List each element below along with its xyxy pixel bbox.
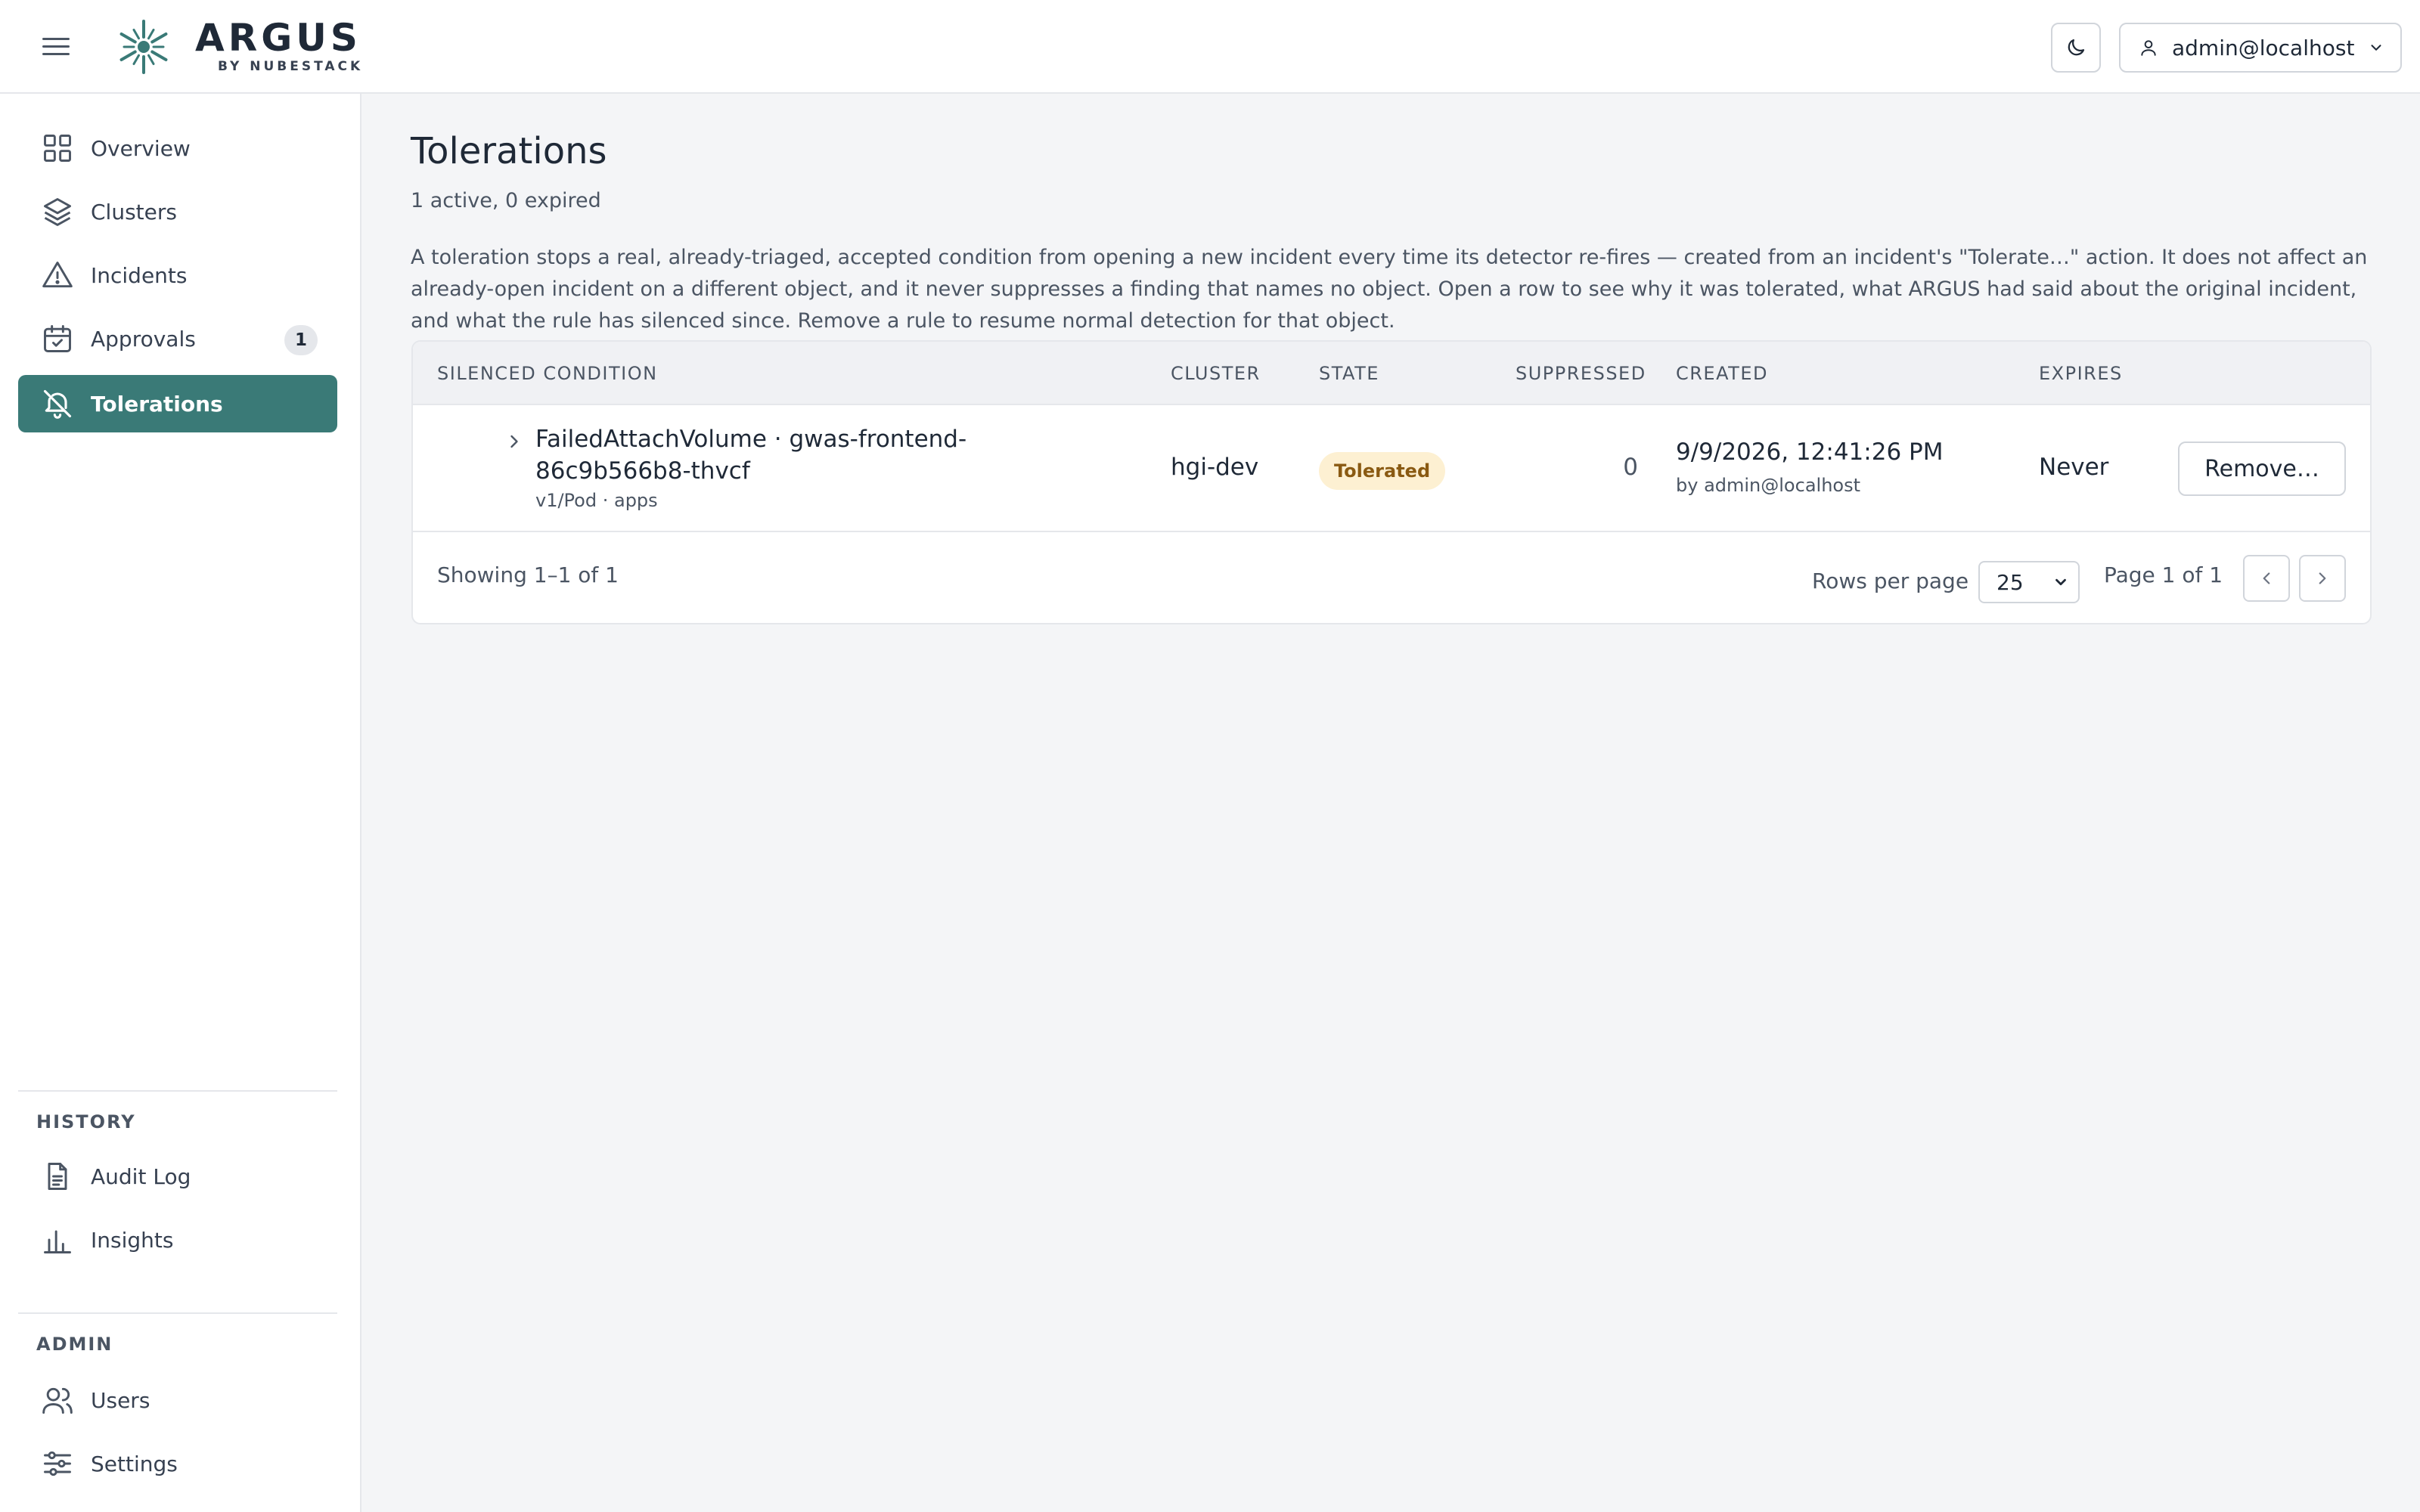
rows-per-page-select[interactable]: 25	[1978, 561, 2080, 603]
chevron-down-icon	[2052, 574, 2069, 590]
cluster-cell: hgi-dev	[1171, 454, 1259, 481]
sidebar-section-admin: ADMIN	[36, 1334, 113, 1355]
sidebar-item-label: Tolerations	[91, 391, 223, 417]
sidebar-item-settings[interactable]: Settings	[18, 1435, 337, 1492]
warning-triangle-icon	[41, 259, 74, 292]
sidebar-item-label: Settings	[91, 1451, 178, 1476]
created-by: by admin@localhost	[1676, 475, 1860, 496]
previous-page-button[interactable]	[2243, 555, 2290, 602]
sidebar-item-label: Approvals	[91, 326, 196, 352]
sidebar-item-clusters[interactable]: Clusters	[18, 183, 337, 240]
users-icon	[41, 1383, 74, 1417]
bell-off-icon	[41, 387, 74, 420]
sidebar-item-label: Insights	[91, 1227, 174, 1253]
tolerations-table: SILENCED CONDITION CLUSTER STATE SUPPRES…	[411, 340, 2372, 624]
bar-chart-icon	[41, 1223, 74, 1256]
column-header-cluster[interactable]: CLUSTER	[1171, 363, 1261, 384]
page-info: Page 1 of 1	[2104, 562, 2223, 587]
silenced-condition-title[interactable]: FailedAttachVolume · gwas-frontend-86c9b…	[535, 423, 1004, 487]
user-menu-button[interactable]: admin@localhost	[2119, 23, 2402, 73]
user-icon	[2139, 38, 2158, 57]
sidebar-item-insights[interactable]: Insights	[18, 1211, 337, 1269]
sidebar-divider	[18, 1312, 337, 1314]
sidebar: Overview Clusters Incidents Approvals 1	[0, 94, 361, 1512]
sidebar-item-audit-log[interactable]: Audit Log	[18, 1148, 337, 1205]
calendar-check-icon	[41, 322, 74, 355]
state-badge: Tolerated	[1319, 452, 1446, 490]
user-menu-label: admin@localhost	[2172, 35, 2355, 60]
created-timestamp: 9/9/2026, 12:41:26 PM	[1676, 438, 1944, 466]
table-row[interactable]: FailedAttachVolume · gwas-frontend-86c9b…	[413, 405, 2370, 532]
chevron-right-icon	[2313, 569, 2332, 588]
page-title: Tolerations	[411, 130, 607, 172]
theme-toggle-button[interactable]	[2051, 23, 2101, 73]
page-description: A toleration stops a real, already-triag…	[411, 246, 2368, 333]
sidebar-item-label: Users	[91, 1387, 150, 1413]
next-page-button[interactable]	[2299, 555, 2346, 602]
sidebar-item-incidents[interactable]: Incidents	[18, 246, 337, 304]
column-header-created[interactable]: CREATED	[1676, 363, 1768, 384]
page-subtitle: 1 active, 0 expired	[411, 189, 601, 212]
column-header-state[interactable]: STATE	[1319, 363, 1379, 384]
sidebar-item-label: Clusters	[91, 199, 177, 225]
grid-icon	[41, 132, 74, 165]
logo-text: ARGUS	[195, 16, 361, 60]
sidebar-item-tolerations[interactable]: Tolerations	[18, 375, 337, 432]
top-bar: ARGUS BY NUBESTACK admin@localhost	[0, 0, 2420, 94]
sidebar-item-approvals[interactable]: Approvals 1	[18, 310, 337, 367]
sidebar-item-label: Audit Log	[91, 1163, 191, 1189]
chevron-left-icon	[2257, 569, 2276, 588]
argus-logo-icon	[113, 20, 174, 74]
logo-subtitle: BY NUBESTACK	[218, 59, 364, 74]
sidebar-item-overview[interactable]: Overview	[18, 119, 337, 177]
table-header: SILENCED CONDITION CLUSTER STATE SUPPRES…	[413, 342, 2370, 405]
moon-icon	[2065, 36, 2087, 59]
hamburger-icon[interactable]	[38, 30, 77, 64]
remove-button[interactable]: Remove…	[2178, 442, 2346, 496]
sidebar-item-users[interactable]: Users	[18, 1371, 337, 1429]
sliders-icon	[41, 1447, 74, 1480]
suppressed-count: 0	[1623, 454, 1638, 481]
approvals-count-badge: 1	[284, 325, 318, 355]
rows-per-page-value: 25	[1996, 569, 2024, 595]
document-icon	[41, 1160, 74, 1193]
silenced-condition-meta: v1/Pod · apps	[535, 490, 658, 511]
expires-cell: Never	[2039, 454, 2109, 481]
column-header-suppressed[interactable]: SUPPRESSED	[1516, 363, 1646, 384]
sidebar-divider	[18, 1090, 337, 1092]
rows-per-page-label: Rows per page	[1812, 569, 1969, 593]
column-header-silenced-condition[interactable]: SILENCED CONDITION	[437, 363, 658, 384]
column-header-expires[interactable]: EXPIRES	[2039, 363, 2123, 384]
sidebar-section-history: HISTORY	[36, 1111, 136, 1132]
chevron-down-icon	[2368, 39, 2384, 56]
sidebar-item-label: Incidents	[91, 262, 188, 288]
pagination-showing: Showing 1–1 of 1	[437, 562, 619, 587]
sidebar-item-label: Overview	[91, 135, 191, 161]
layers-icon	[41, 195, 74, 228]
expand-chevron-icon[interactable]	[504, 431, 525, 452]
